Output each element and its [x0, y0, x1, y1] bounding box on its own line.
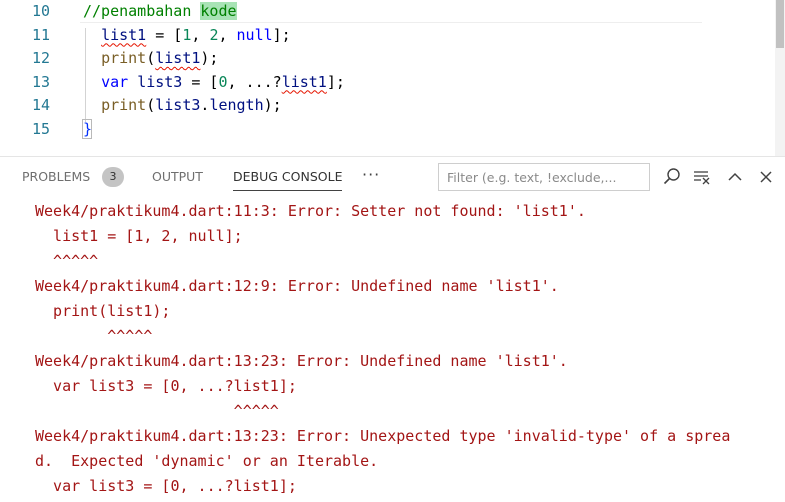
- code-line[interactable]: 10 //penambahan kode: [0, 0, 775, 24]
- filter-input[interactable]: [447, 168, 643, 186]
- line-number: 14: [31, 96, 50, 114]
- console-line: Week4/praktikum4.dart:13:23: Error: Unde…: [35, 352, 568, 370]
- code-token: , ...?: [227, 72, 282, 91]
- code-token: ,: [218, 25, 237, 44]
- panel-header: PROBLEMS 3 OUTPUT DEBUG CONSOLE ···: [0, 157, 785, 197]
- line-number: 15: [31, 119, 50, 138]
- search-icon: [663, 168, 680, 185]
- code-token: }: [83, 119, 93, 138]
- editor-scrollbar-thumb[interactable]: [776, 0, 784, 48]
- close-icon: [760, 171, 772, 183]
- tab-output-label: OUTPUT: [152, 169, 203, 184]
- console-line: ^^^^^: [35, 402, 279, 420]
- code-text: //penambahan kode: [83, 0, 237, 24]
- line-number: 13: [31, 72, 50, 91]
- line-number: 11: [31, 25, 50, 44]
- code-line[interactable]: 15}: [0, 118, 775, 142]
- code-token: list1: [281, 72, 327, 91]
- problems-count-badge: 3: [102, 167, 124, 187]
- clear-all-icon: [694, 171, 710, 185]
- filter-box[interactable]: [438, 163, 650, 191]
- code-token: );: [263, 96, 282, 114]
- code-token: ];: [272, 25, 291, 44]
- code-line[interactable]: 12 print(list1);: [0, 47, 775, 71]
- debug-console-output[interactable]: Week4/praktikum4.dart:11:3: Error: Sette…: [0, 199, 785, 502]
- code-text: }: [83, 118, 92, 142]
- code-token: = [: [182, 72, 219, 91]
- code-token: var: [101, 72, 129, 91]
- line-number: 10: [31, 2, 50, 20]
- code-token: = [: [146, 25, 183, 44]
- tab-debug-console-label: DEBUG CONSOLE: [233, 169, 343, 184]
- clear-console-button[interactable]: [690, 165, 714, 189]
- code-token: list1: [101, 25, 147, 44]
- tab-problems[interactable]: PROBLEMS: [22, 157, 90, 197]
- code-token: length: [209, 96, 264, 114]
- code-token: );: [200, 49, 219, 67]
- console-line: var list3 = [0, ...?list1];: [35, 377, 297, 395]
- maximize-panel-button[interactable]: [723, 165, 747, 189]
- close-panel-button[interactable]: [754, 165, 778, 189]
- code-token: list1: [155, 49, 201, 67]
- code-text: print(list3.length);: [83, 94, 282, 118]
- console-line: d. Expected 'dynamic' or an Iterable.: [35, 452, 379, 470]
- code-text: print(list1);: [83, 47, 218, 71]
- tab-debug-console[interactable]: DEBUG CONSOLE: [233, 157, 343, 197]
- console-line: list1 = [1, 2, null];: [35, 227, 243, 245]
- code-token: list3: [137, 72, 183, 91]
- console-line: ^^^^^: [35, 327, 153, 345]
- tab-problems-label: PROBLEMS: [22, 169, 91, 184]
- console-line: var list3 = [0, ...?list1];: [35, 477, 297, 495]
- code-token: //penambahan: [83, 2, 201, 20]
- code-token: kode: [200, 2, 237, 20]
- search-button[interactable]: [660, 165, 684, 189]
- more-actions-button[interactable]: ···: [362, 157, 380, 197]
- code-token: 0: [218, 72, 228, 91]
- code-token: print: [101, 49, 147, 67]
- code-token: ,: [191, 25, 210, 44]
- console-line: ^^^^^: [35, 252, 99, 270]
- code-line[interactable]: 14 print(list3.length);: [0, 94, 775, 118]
- code-text: list1 = [1, 2, null];: [83, 24, 291, 48]
- code-token: list3: [155, 96, 201, 114]
- chevron-up-icon: [728, 172, 742, 181]
- console-line: Week4/praktikum4.dart:13:23: Error: Unex…: [35, 427, 731, 445]
- code-text: var list3 = [0, ...?list1];: [83, 71, 345, 95]
- tab-output[interactable]: OUTPUT: [152, 157, 203, 197]
- code-token: (: [146, 49, 156, 67]
- code-line[interactable]: 13 var list3 = [0, ...?list1];: [0, 71, 775, 95]
- code-editor[interactable]: 10//penambahan kode 11 list1 = [1, 2, nul…: [0, 0, 785, 156]
- line-number: 12: [31, 49, 50, 67]
- code-token: print: [101, 96, 147, 114]
- code-token: ];: [326, 72, 345, 91]
- editor-scrollbar[interactable]: [775, 0, 785, 156]
- code-line[interactable]: 11 list1 = [1, 2, null];: [0, 24, 775, 48]
- console-line: print(list1);: [35, 302, 171, 320]
- code-token: null: [236, 25, 273, 44]
- code-token: (: [146, 96, 156, 114]
- console-line: Week4/praktikum4.dart:12:9: Error: Undef…: [35, 277, 559, 295]
- console-line: Week4/praktikum4.dart:11:3: Error: Sette…: [35, 202, 586, 220]
